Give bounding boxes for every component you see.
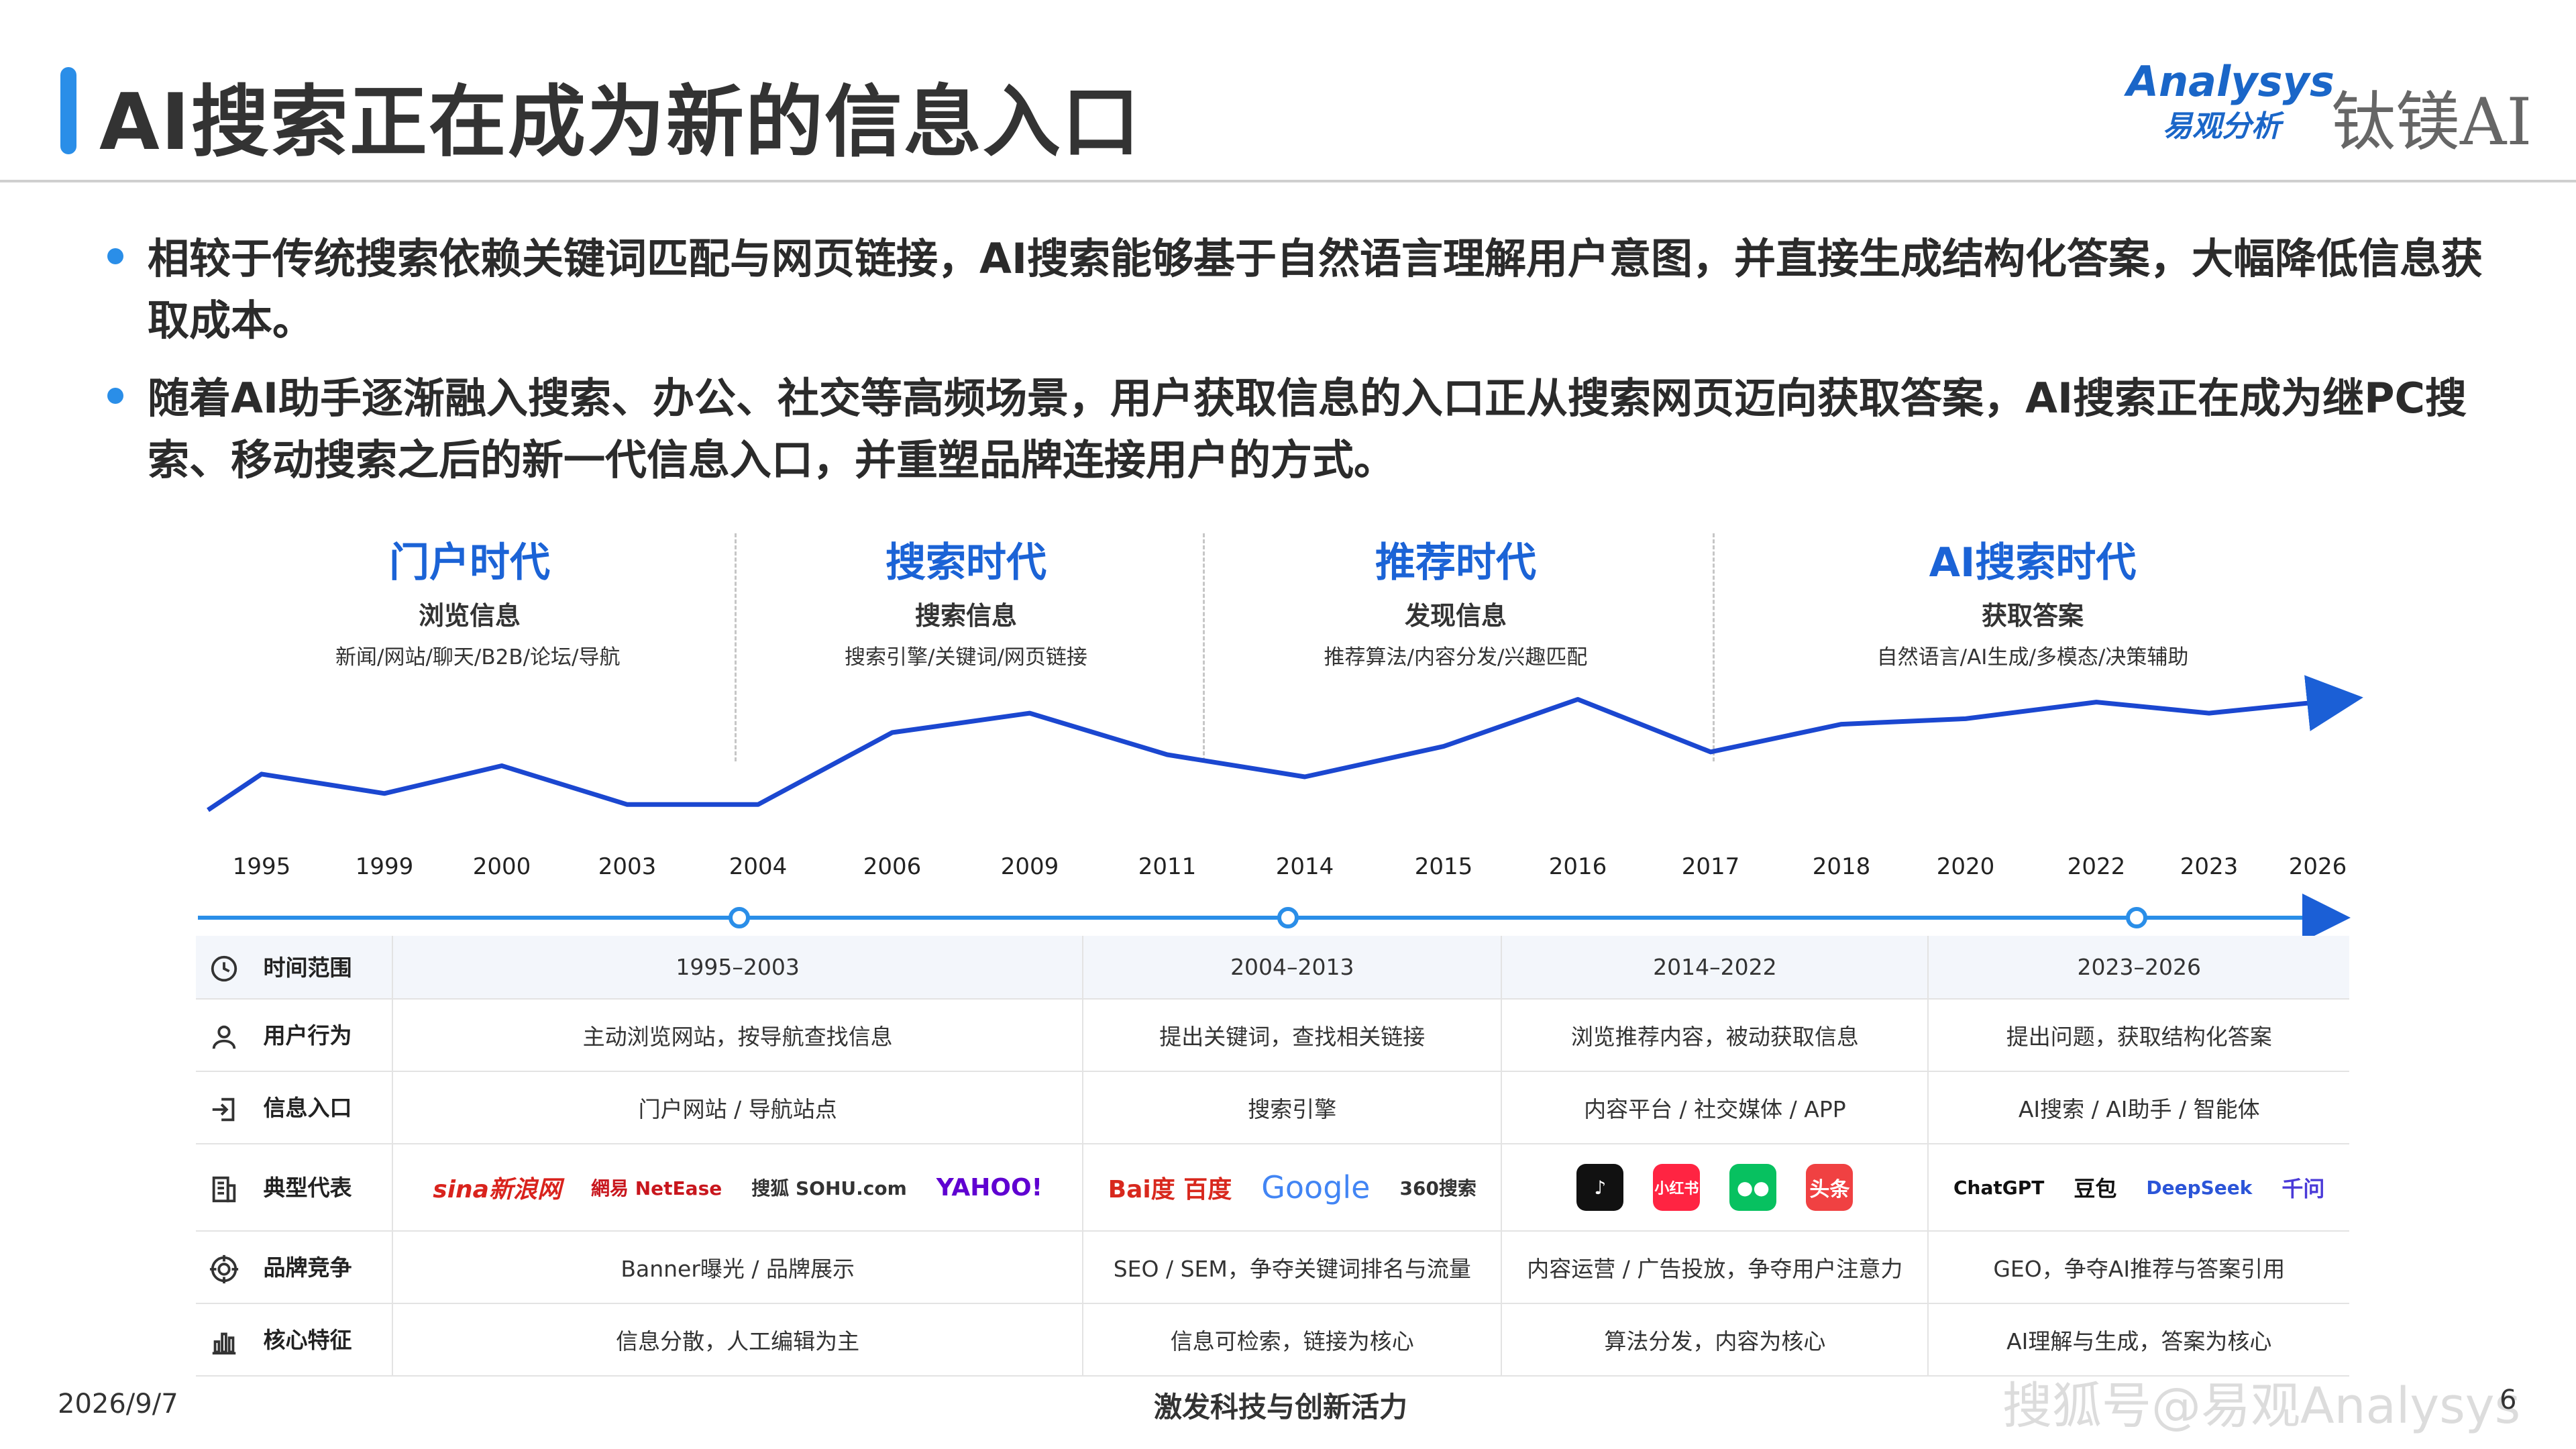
watermark: 搜狐号@易观Analysys xyxy=(2002,1377,2521,1435)
row-label-text: 用户行为 xyxy=(263,1022,352,1049)
timeline-node xyxy=(729,907,750,928)
year-label: 1995 xyxy=(232,853,291,880)
target-icon xyxy=(209,1254,239,1283)
year-label: 2023 xyxy=(2180,853,2239,880)
logos-portal: sina新浪网 網易 NetEase 搜狐 SOHU.com YAHOO! xyxy=(391,1144,1083,1232)
year-label: 2015 xyxy=(1414,853,1473,880)
row-label-text: 时间范围 xyxy=(263,954,352,981)
deepseek-logo: DeepSeek xyxy=(2146,1176,2253,1199)
table-cell: 内容运营 / 广告投放，争夺用户注意力 xyxy=(1501,1231,1929,1304)
year-label: 2006 xyxy=(863,853,922,880)
sohu-logo: 搜狐 SOHU.com xyxy=(751,1177,907,1199)
table-cell: 信息分散，人工编辑为主 xyxy=(391,1303,1083,1377)
year-label: 2016 xyxy=(1548,853,1607,880)
table-row: 时间范围 1995–2003 2004–2013 2014–2022 2023–… xyxy=(196,936,2349,1000)
timeline-node xyxy=(2126,907,2147,928)
so360-logo: 360搜索 xyxy=(1399,1177,1477,1199)
logos-ai: ChatGPT 豆包 DeepSeek 千问 xyxy=(1927,1144,2349,1232)
row-label-text: 品牌竞争 xyxy=(263,1254,352,1281)
footer-date: 2026/9/7 xyxy=(58,1389,178,1419)
page-number: 6 xyxy=(2500,1385,2517,1415)
row-label: 信息入口 xyxy=(196,1071,392,1144)
summary-table: 时间范围 1995–2003 2004–2013 2014–2022 2023–… xyxy=(196,936,2349,1377)
table-cell: 搜索引擎 xyxy=(1082,1071,1502,1144)
year-label: 2009 xyxy=(1000,853,1059,880)
row-label: 品牌竞争 xyxy=(196,1231,392,1304)
table-cell: SEO / SEM，争夺关键词排名与流量 xyxy=(1082,1231,1502,1304)
table-cell: 信息可检索，链接为核心 xyxy=(1082,1303,1502,1377)
xiaohongshu-icon: 小红书 xyxy=(1653,1164,1701,1211)
toutiao-icon: 头条 xyxy=(1806,1164,1854,1211)
table-row: 用户行为 主动浏览网站，按导航查找信息 提出关键词，查找相关链接 浏览推荐内容，… xyxy=(196,999,2349,1072)
user-icon xyxy=(212,1025,236,1049)
building-icon xyxy=(212,1176,236,1202)
chatgpt-logo: ChatGPT xyxy=(1953,1176,2045,1199)
trend-line xyxy=(207,675,2363,812)
row-label: 核心特征 xyxy=(196,1303,392,1377)
year-label: 1999 xyxy=(355,853,414,880)
google-logo: Google xyxy=(1261,1169,1371,1205)
table-row: 核心特征 信息分散，人工编辑为主 信息可检索，链接为核心 算法分发，内容为核心 … xyxy=(196,1303,2349,1377)
table-cell: 2014–2022 xyxy=(1501,936,1929,1000)
year-label: 2003 xyxy=(598,853,657,880)
table-row: 品牌竞争 Banner曝光 / 品牌展示 SEO / SEM，争夺关键词排名与流… xyxy=(196,1231,2349,1304)
logos-recommend: ♪ 小红书 ●● 头条 xyxy=(1501,1144,1929,1232)
timeline-node xyxy=(1277,907,1299,928)
table-cell: 算法分发，内容为核心 xyxy=(1501,1303,1929,1377)
table-cell: 内容平台 / 社交媒体 / APP xyxy=(1501,1071,1929,1144)
table-cell: 门户网站 / 导航站点 xyxy=(391,1071,1083,1144)
table-row: 典型代表 sina新浪网 網易 NetEase 搜狐 SOHU.com YAHO… xyxy=(196,1144,2349,1232)
table-cell: AI搜索 / AI助手 / 智能体 xyxy=(1927,1071,2349,1144)
year-label: 2018 xyxy=(1812,853,1871,880)
row-label: 时间范围 xyxy=(196,936,392,1000)
clock-icon xyxy=(211,956,237,982)
login-icon xyxy=(212,1097,235,1121)
year-label: 2020 xyxy=(1936,853,1995,880)
qianwen-logo: 千问 xyxy=(2282,1176,2325,1201)
table-cell: 2023–2026 xyxy=(1927,936,2349,1000)
table-row: 信息入口 门户网站 / 导航站点 搜索引擎 内容平台 / 社交媒体 / APP … xyxy=(196,1071,2349,1144)
table-cell: 提出关键词，查找相关链接 xyxy=(1082,999,1502,1072)
bar-chart-icon xyxy=(212,1332,236,1354)
netease-logo: 網易 NetEase xyxy=(590,1177,722,1199)
year-label: 2014 xyxy=(1275,853,1334,880)
doubao-logo: 豆包 xyxy=(2074,1176,2117,1201)
wechat-icon: ●● xyxy=(1729,1164,1777,1211)
row-label: 典型代表 xyxy=(196,1144,392,1232)
year-label: 2022 xyxy=(2067,853,2126,880)
douyin-icon: ♪ xyxy=(1576,1164,1624,1211)
row-label-text: 信息入口 xyxy=(263,1095,352,1122)
table-cell: 浏览推荐内容，被动获取信息 xyxy=(1501,999,1929,1072)
year-label: 2011 xyxy=(1138,853,1197,880)
year-label: 2026 xyxy=(2288,853,2347,880)
table-cell: GEO，争夺AI推荐与答案引用 xyxy=(1927,1231,2349,1304)
footer-slogan: 激发科技与创新活力 xyxy=(1154,1391,1408,1424)
year-label: 2017 xyxy=(1681,853,1740,880)
year-label: 2004 xyxy=(729,853,788,880)
table-cell: Banner曝光 / 品牌展示 xyxy=(391,1231,1083,1304)
baidu-logo: Bai度 百度 xyxy=(1108,1176,1232,1203)
sina-logo: sina新浪网 xyxy=(433,1176,561,1203)
row-label-text: 核心特征 xyxy=(263,1327,352,1354)
table-cell: 主动浏览网站，按导航查找信息 xyxy=(391,999,1083,1072)
row-label: 用户行为 xyxy=(196,999,392,1072)
table-cell: 2004–2013 xyxy=(1082,936,1502,1000)
yahoo-logo: YAHOO! xyxy=(936,1173,1043,1201)
table-cell: 提出问题，获取结构化答案 xyxy=(1927,999,2349,1072)
row-label-text: 典型代表 xyxy=(263,1175,352,1201)
logos-search: Bai度 百度 Google 360搜索 xyxy=(1082,1144,1502,1232)
table-cell: 1995–2003 xyxy=(391,936,1083,1000)
table-cell: AI理解与生成，答案为核心 xyxy=(1927,1303,2349,1377)
year-label: 2000 xyxy=(472,853,531,880)
